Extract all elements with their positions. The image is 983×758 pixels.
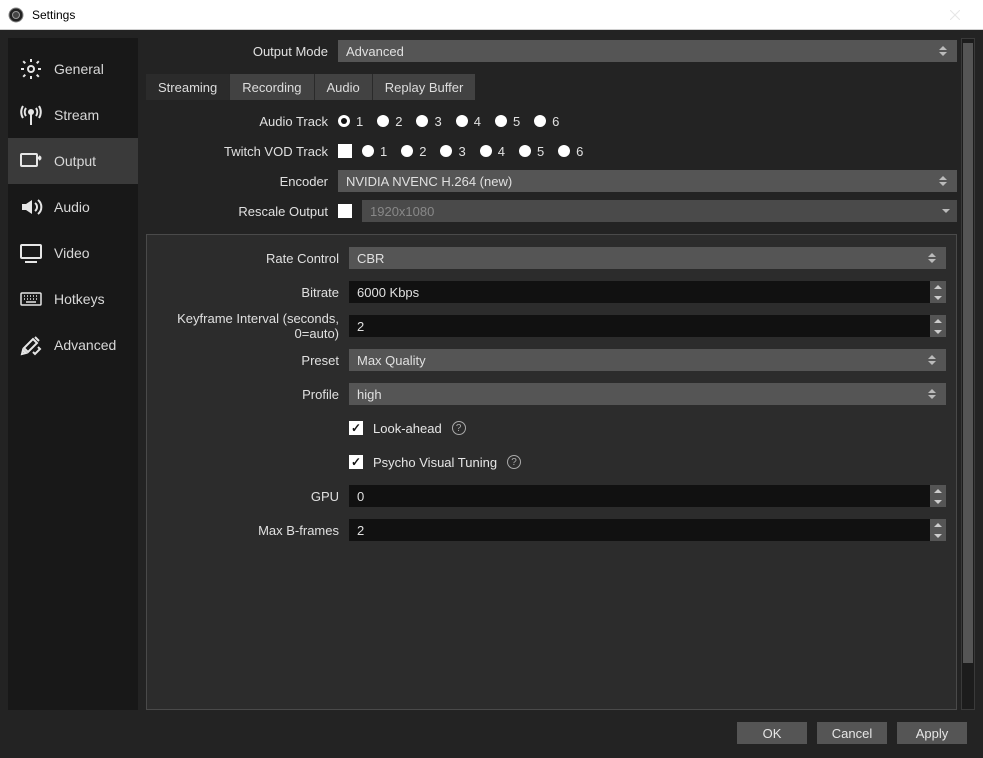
tools-icon [18,332,44,358]
scrollbar-thumb[interactable] [963,43,973,663]
sidebar-item-label: General [54,61,104,77]
vod-track-1[interactable]: 1 [362,144,387,159]
sidebar-item-audio[interactable]: Audio [8,184,138,230]
encoder-settings-group: Rate Control CBR Bitrate [146,234,957,710]
tab-replay-buffer[interactable]: Replay Buffer [373,74,476,100]
vod-track-label: Twitch VOD Track [146,144,338,159]
rescale-select: 1920x1080 [362,200,957,222]
sidebar-item-label: Stream [54,107,99,123]
encoder-select[interactable]: NVIDIA NVENC H.264 (new) [338,170,957,192]
dialog-buttonbar: OK Cancel Apply [8,716,975,750]
audio-track-4[interactable]: 4 [456,114,481,129]
bitrate-value: 6000 Kbps [357,285,419,300]
bitrate-label: Bitrate [157,285,349,300]
preset-select[interactable]: Max Quality [349,349,946,371]
psycho-label: Psycho Visual Tuning [373,455,497,470]
vod-track-3[interactable]: 3 [440,144,465,159]
lookahead-label: Look-ahead [373,421,442,436]
monitor-icon [18,240,44,266]
preset-value: Max Quality [357,353,426,368]
cancel-button[interactable]: Cancel [817,722,887,744]
audio-track-5[interactable]: 5 [495,114,520,129]
profile-label: Profile [157,387,349,402]
output-mode-value: Advanced [346,44,404,59]
obs-icon [8,7,24,23]
settings-window: Settings General Stream [0,0,983,758]
titlebar: Settings [0,0,983,30]
apply-button[interactable]: Apply [897,722,967,744]
window-title: Settings [32,8,75,22]
rate-control-label: Rate Control [157,251,349,266]
rescale-placeholder: 1920x1080 [370,204,434,219]
rate-control-value: CBR [357,251,384,266]
sidebar-item-label: Hotkeys [54,291,105,307]
audio-track-label: Audio Track [146,114,338,129]
audio-track-2[interactable]: 2 [377,114,402,129]
help-icon[interactable]: ? [452,421,466,435]
output-mode-label: Output Mode [146,44,338,59]
output-tabs: Streaming Recording Audio Replay Buffer [146,74,957,100]
vod-track-enable-check[interactable] [338,144,352,158]
gpu-value: 0 [357,489,364,504]
sidebar-item-output[interactable]: Output [8,138,138,184]
vod-track-4[interactable]: 4 [480,144,505,159]
vertical-scrollbar[interactable] [961,38,975,710]
keyboard-icon [18,286,44,312]
vod-track-2[interactable]: 2 [401,144,426,159]
output-mode-select[interactable]: Advanced [338,40,957,62]
sidebar-item-advanced[interactable]: Advanced [8,322,138,368]
keyframe-label: Keyframe Interval (seconds, 0=auto) [157,311,349,341]
profile-select[interactable]: high [349,383,946,405]
rate-control-select[interactable]: CBR [349,247,946,269]
sidebar-item-label: Output [54,153,96,169]
ok-button[interactable]: OK [737,722,807,744]
sidebar-item-label: Video [54,245,90,261]
tab-streaming[interactable]: Streaming [146,74,230,100]
sidebar-item-stream[interactable]: Stream [8,92,138,138]
gpu-label: GPU [157,489,349,504]
encoder-label: Encoder [146,174,338,189]
speaker-icon [18,194,44,220]
audio-track-3[interactable]: 3 [416,114,441,129]
output-icon [18,148,44,174]
sidebar-item-general[interactable]: General [8,46,138,92]
rescale-check[interactable] [338,204,352,218]
audio-track-6[interactable]: 6 [534,114,559,129]
vod-track-5[interactable]: 5 [519,144,544,159]
bframes-label: Max B-frames [157,523,349,538]
vod-track-6[interactable]: 6 [558,144,583,159]
sidebar-item-label: Audio [54,199,90,215]
tab-audio[interactable]: Audio [315,74,373,100]
psycho-check[interactable] [349,455,363,469]
gear-icon [18,56,44,82]
sidebar-item-hotkeys[interactable]: Hotkeys [8,276,138,322]
sidebar: General Stream Output [8,38,138,710]
audio-track-1[interactable]: 1 [338,114,363,129]
sidebar-item-label: Advanced [54,337,116,353]
bframes-input[interactable]: 2 [349,519,946,541]
keyframe-input[interactable]: 2 [349,315,946,337]
profile-value: high [357,387,382,402]
keyframe-value: 2 [357,319,364,334]
preset-label: Preset [157,353,349,368]
close-button[interactable] [935,0,975,30]
bframes-value: 2 [357,523,364,538]
lookahead-check[interactable] [349,421,363,435]
sidebar-item-video[interactable]: Video [8,230,138,276]
encoder-value: NVIDIA NVENC H.264 (new) [346,174,512,189]
bitrate-input[interactable]: 6000 Kbps [349,281,946,303]
help-icon[interactable]: ? [507,455,521,469]
tab-recording[interactable]: Recording [230,74,314,100]
gpu-input[interactable]: 0 [349,485,946,507]
antenna-icon [18,102,44,128]
rescale-label: Rescale Output [146,204,338,219]
